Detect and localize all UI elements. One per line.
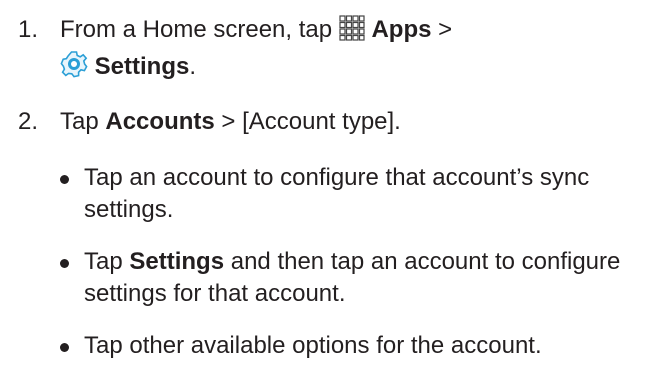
bullet-1-text: Tap an account to configure that account… xyxy=(84,164,590,223)
accounts-label: Accounts xyxy=(105,108,215,135)
bullet-2-settings-label: Settings xyxy=(129,248,225,275)
bullet-dot xyxy=(60,259,69,268)
bullet-3-text: Tap other available options for the acco… xyxy=(84,332,542,359)
bullet-item-2: Tap Settings and then tap an account to … xyxy=(60,246,650,310)
step-2-number: 2. xyxy=(18,108,39,135)
step-1: 1. From a Home screen, tap Apps > Settin… xyxy=(18,14,648,87)
step-2-intro: Tap xyxy=(60,108,99,135)
step-1-separator: > xyxy=(438,16,453,43)
step-2-text: Tap Accounts > [Account type]. xyxy=(60,106,648,138)
settings-label: Settings xyxy=(94,53,190,80)
step-1-end: . xyxy=(189,53,197,80)
bullet-dot xyxy=(60,175,69,184)
step-2: 2. Tap Accounts > [Account type]. xyxy=(18,106,648,138)
step-2-rest: > [Account type]. xyxy=(221,108,401,135)
bullet-dot xyxy=(60,343,69,352)
bullet-item-1: Tap an account to configure that account… xyxy=(60,162,650,226)
bullet-2-prefix: Tap xyxy=(84,248,123,275)
bullet-2-text: Tap Settings and then tap an account to … xyxy=(84,246,650,310)
settings-gear-icon xyxy=(60,50,88,87)
apps-grid-icon xyxy=(339,15,365,50)
instructions-document: 1. From a Home screen, tap Apps > Settin… xyxy=(0,0,660,378)
step-1-text: From a Home screen, tap Apps > Settings. xyxy=(60,14,648,87)
apps-label: Apps xyxy=(371,16,432,43)
step-1-intro: From a Home screen, tap xyxy=(60,16,333,43)
step-1-number: 1. xyxy=(18,16,39,43)
bullet-item-3: Tap other available options for the acco… xyxy=(60,330,650,362)
